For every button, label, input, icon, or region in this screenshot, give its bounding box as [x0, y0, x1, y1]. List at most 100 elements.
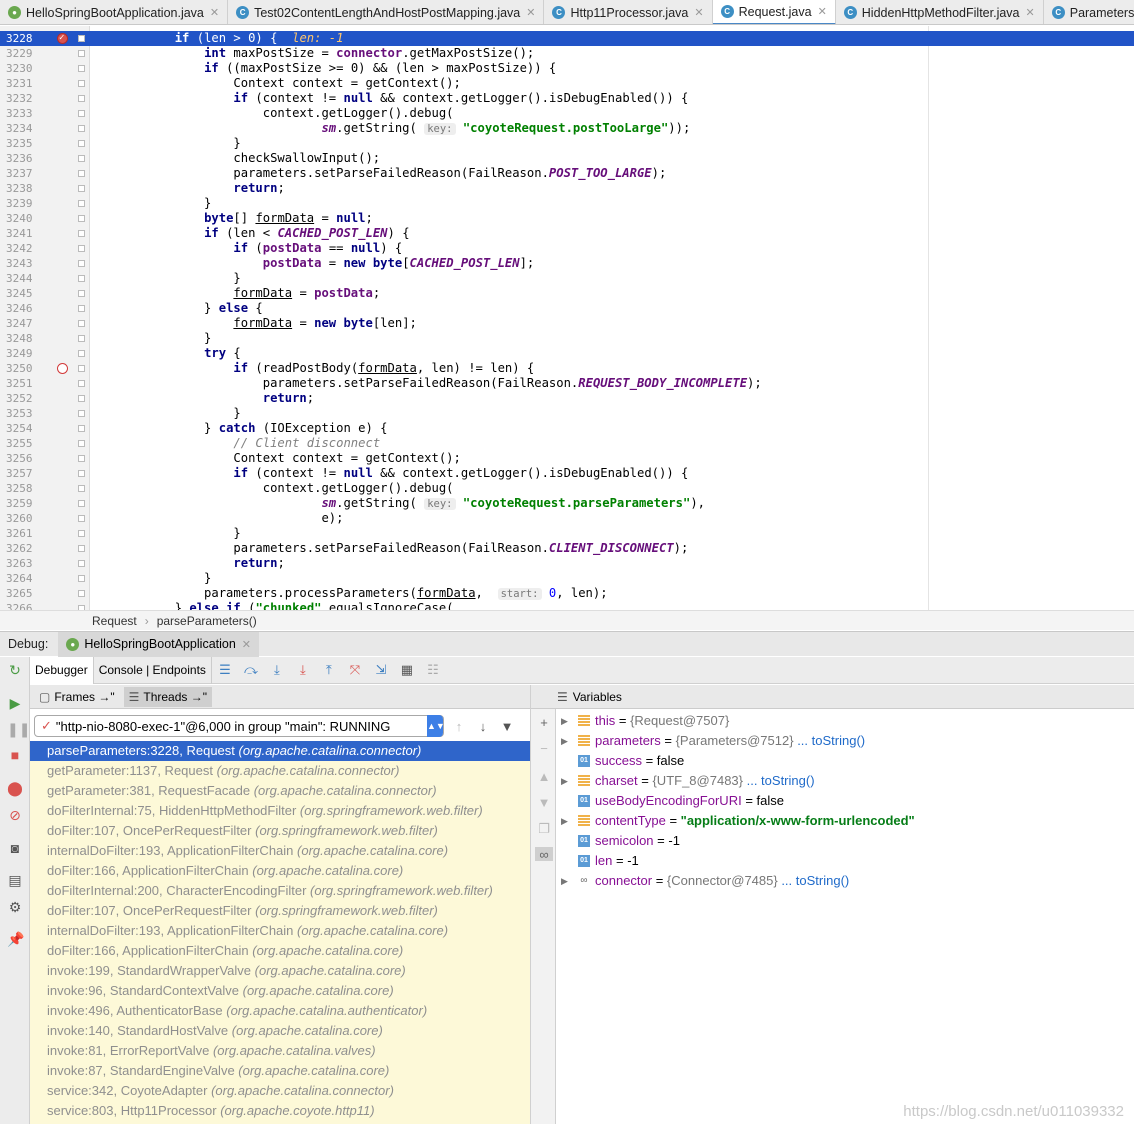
code-line[interactable]: 3247 formData = new byte[len];	[0, 316, 1134, 331]
line-number[interactable]: 3236	[6, 151, 36, 166]
remove-watch-icon[interactable]: −	[537, 741, 551, 756]
run-config-tab[interactable]: ● HelloSpringBootApplication ✕	[58, 631, 260, 657]
stack-frame[interactable]: parseParameters:3228, Request (org.apach…	[30, 741, 530, 761]
variables-tree[interactable]: ▶ this = {Request@7507} ▶ parameters = {Par…	[557, 711, 1134, 1124]
line-number[interactable]: 3235	[6, 136, 36, 151]
fold-marker-icon[interactable]	[78, 320, 85, 327]
fold-marker-icon[interactable]	[78, 80, 85, 87]
drop-frame-icon[interactable]: ⤧	[345, 661, 365, 679]
expand-arrow-icon[interactable]: ▶	[561, 711, 568, 731]
breakpoint-icon[interactable]	[57, 31, 68, 46]
pause-icon[interactable]: ❚❚	[7, 721, 30, 737]
add-watch-icon[interactable]: +	[537, 715, 551, 730]
copy-icon[interactable]: ❐	[537, 821, 551, 836]
line-number[interactable]: 3241	[6, 226, 36, 241]
line-number[interactable]: 3253	[6, 406, 36, 421]
fold-marker-icon[interactable]	[78, 515, 85, 522]
fold-marker-icon[interactable]	[78, 470, 85, 477]
to-string-link[interactable]: ... toString()	[743, 773, 815, 788]
stack-frame[interactable]: invoke:81, ErrorReportValve (org.apache.…	[30, 1041, 530, 1061]
code-line[interactable]: 3237 parameters.setParseFailedReason(Fai…	[0, 166, 1134, 181]
breadcrumb-method[interactable]: parseParameters()	[157, 614, 257, 628]
line-number[interactable]: 3231	[6, 76, 36, 91]
step-over-icon[interactable]: ⤼	[241, 661, 261, 679]
code-line[interactable]: 3234 sm.getString( key: "coyoteRequest.p…	[0, 121, 1134, 136]
breadcrumb-class[interactable]: Request	[92, 614, 137, 628]
force-step-into-icon[interactable]: ⤓	[293, 661, 313, 679]
code-line[interactable]: 3228 if (len > 0) { len: -1	[0, 31, 1134, 46]
code-line[interactable]: 3244 }	[0, 271, 1134, 286]
variable-row[interactable]: 01 semicolon = -1	[557, 831, 1134, 851]
stack-frame[interactable]: service:342, CoyoteAdapter (org.apache.c…	[30, 1081, 530, 1101]
code-line[interactable]: 3254 } catch (IOException e) {	[0, 421, 1134, 436]
line-number[interactable]: 3254	[6, 421, 36, 436]
stack-frame[interactable]: invoke:496, AuthenticatorBase (org.apach…	[30, 1001, 530, 1021]
editor-tab[interactable]: C Test02ContentLengthAndHostPostMapping.j…	[228, 0, 545, 24]
stack-frame[interactable]: invoke:96, StandardContextValve (org.apa…	[30, 981, 530, 1001]
step-into-icon[interactable]: ⤓	[267, 661, 287, 679]
code-line[interactable]: 3253 }	[0, 406, 1134, 421]
run-to-cursor-icon[interactable]: ⇲	[371, 661, 391, 679]
fold-marker-icon[interactable]	[78, 230, 85, 237]
line-number[interactable]: 3244	[6, 271, 36, 286]
code-line[interactable]: 3250 if (readPostBody(formData, len) != …	[0, 361, 1134, 376]
trace-icon[interactable]: ☷	[423, 661, 443, 679]
pin-icon[interactable]: 📌	[7, 931, 24, 947]
stack-frame[interactable]: getParameter:1137, Request (org.apache.c…	[30, 761, 530, 781]
code-line[interactable]: 3231 Context context = getContext();	[0, 76, 1134, 91]
fold-marker-icon[interactable]	[78, 185, 85, 192]
stack-frame[interactable]: getParameter:381, RequestFacade (org.apa…	[30, 781, 530, 801]
code-line[interactable]: 3258 context.getLogger().debug(	[0, 481, 1134, 496]
fold-marker-icon[interactable]	[78, 65, 85, 72]
show-execution-point-icon[interactable]: ☰	[215, 661, 235, 679]
fold-marker-icon[interactable]	[78, 125, 85, 132]
line-number[interactable]: 3234	[6, 121, 36, 136]
code-line[interactable]: 3255 // Client disconnect	[0, 436, 1134, 451]
fold-marker-icon[interactable]	[78, 170, 85, 177]
filter-icon[interactable]: ▼	[498, 719, 516, 734]
line-number[interactable]: 3258	[6, 481, 36, 496]
fold-marker-icon[interactable]	[78, 380, 85, 387]
view-breakpoints-icon[interactable]: ⬤	[7, 780, 23, 796]
line-number[interactable]: 3240	[6, 211, 36, 226]
stack-frame[interactable]: internalDoFilter:193, ApplicationFilterC…	[30, 921, 530, 941]
fold-marker-icon[interactable]	[78, 365, 85, 372]
fold-marker-icon[interactable]	[78, 425, 85, 432]
next-frame-icon[interactable]: ↓	[474, 719, 492, 734]
line-number[interactable]: 3251	[6, 376, 36, 391]
expand-arrow-icon[interactable]: ▶	[561, 771, 568, 791]
tab-console-endpoints[interactable]: Console | Endpoints	[94, 656, 212, 684]
code-line[interactable]: 3260 e);	[0, 511, 1134, 526]
line-number[interactable]: 3237	[6, 166, 36, 181]
fold-marker-icon[interactable]	[78, 275, 85, 282]
line-number[interactable]: 3249	[6, 346, 36, 361]
fold-marker-icon[interactable]	[78, 335, 85, 342]
code-line[interactable]: 3243 postData = new byte[CACHED_POST_LEN…	[0, 256, 1134, 271]
fold-marker-icon[interactable]	[78, 455, 85, 462]
resume-icon[interactable]: ▶	[7, 695, 23, 711]
to-string-link[interactable]: ... toString()	[794, 733, 865, 748]
to-string-link[interactable]: ... toString()	[778, 873, 849, 888]
move-up-icon[interactable]: ▲	[537, 769, 551, 784]
line-number[interactable]: 3263	[6, 556, 36, 571]
breakpoint-icon[interactable]	[57, 363, 68, 374]
fold-marker-icon[interactable]	[78, 395, 85, 402]
editor-tab[interactable]: C Http11Processor.java ✕	[544, 0, 713, 24]
editor-tab[interactable]: CParameters.java✕	[1044, 0, 1134, 24]
settings-icon[interactable]: ⚙	[7, 899, 23, 915]
stack-frame[interactable]: invoke:87, StandardEngineValve (org.apac…	[30, 1061, 530, 1081]
fold-marker-icon[interactable]	[78, 200, 85, 207]
close-icon[interactable]: ✕	[210, 6, 219, 19]
stack-frame[interactable]: doFilter:166, ApplicationFilterChain (or…	[30, 941, 530, 961]
expand-arrow-icon[interactable]: ▶	[561, 731, 568, 751]
stack-frame[interactable]: doFilterInternal:75, HiddenHttpMethodFil…	[30, 801, 530, 821]
fold-marker-icon[interactable]	[78, 260, 85, 267]
code-line[interactable]: 3249 try {	[0, 346, 1134, 361]
code-line[interactable]: 3240 byte[] formData = null;	[0, 211, 1134, 226]
code-line[interactable]: 3248 }	[0, 331, 1134, 346]
fold-marker-icon[interactable]	[78, 215, 85, 222]
code-line[interactable]: 3252 return;	[0, 391, 1134, 406]
fold-marker-icon[interactable]	[78, 110, 85, 117]
fold-marker-icon[interactable]	[78, 35, 85, 42]
stack-frame[interactable]: doFilter:107, OncePerRequestFilter (org.…	[30, 901, 530, 921]
